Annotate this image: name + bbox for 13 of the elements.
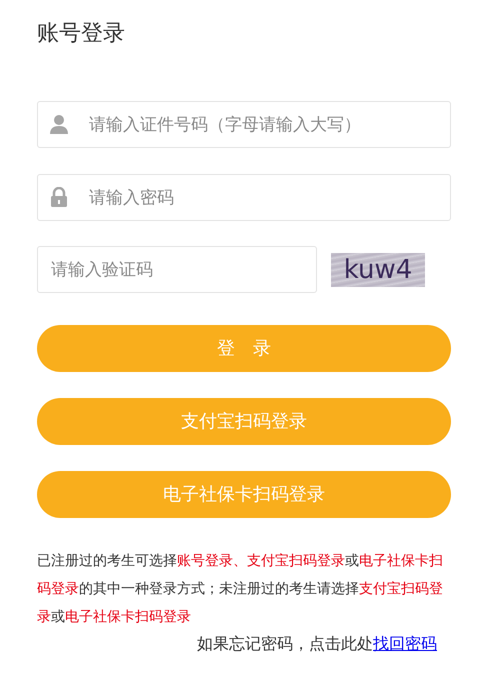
login-button[interactable]: 电子社保卡扫码登录	[37, 471, 451, 518]
lock-icon	[51, 187, 67, 207]
recover-password-link[interactable]: 找回密码	[373, 634, 437, 656]
forgot-password-text: 如果忘记密码，点击此处	[197, 634, 373, 655]
login-button[interactable]: 登 录	[37, 325, 451, 372]
input-field[interactable]: 请输入密码	[37, 174, 451, 221]
page-title: 账号登录	[37, 19, 126, 47]
captcha-field[interactable]: 请输入验证码	[37, 246, 317, 293]
captcha-image[interactable]: kuw4	[331, 252, 425, 286]
user-icon	[49, 114, 69, 134]
login-note: 已注册过的考生可选择账号登录、支付宝扫码登录或电子社保卡扫码登录的其中一种登录方式；未注册过的考生请选择支付宝扫码登录或电子社保卡扫码登录	[37, 551, 444, 626]
login-button[interactable]: 支付宝扫码登录	[37, 398, 451, 445]
input-field[interactable]: 请输入证件号码（字母请输入大写）	[37, 101, 451, 148]
